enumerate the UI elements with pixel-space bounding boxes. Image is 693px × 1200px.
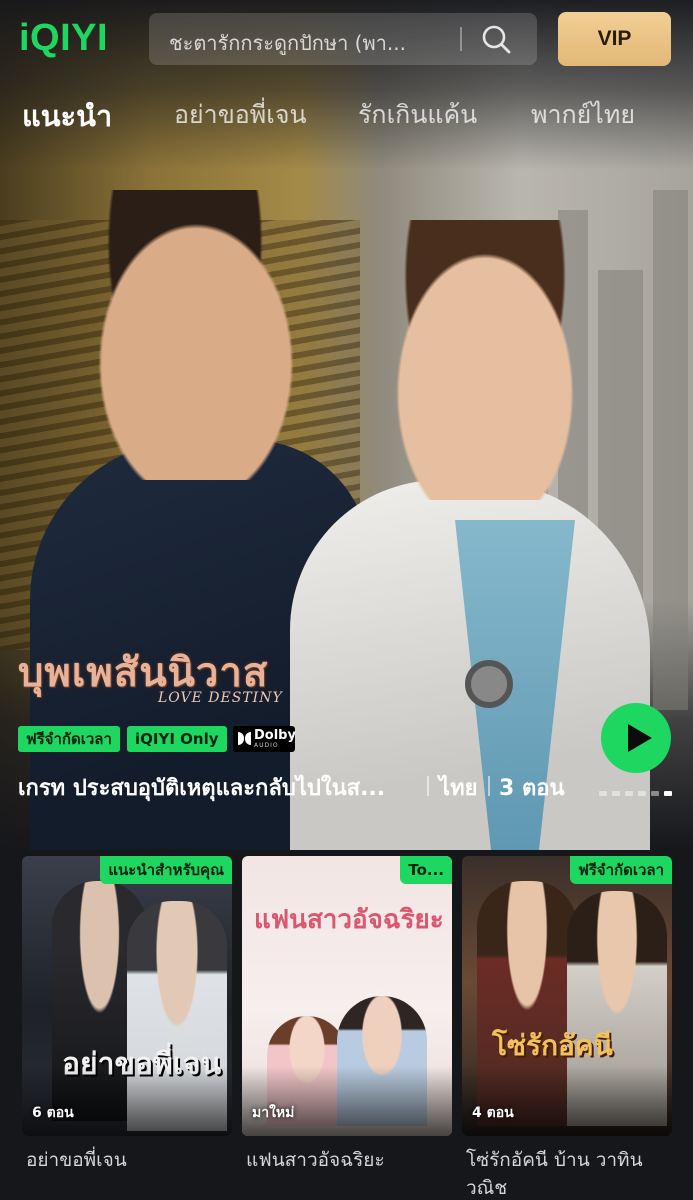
dolby-icon	[238, 732, 251, 745]
tab-thai-dub[interactable]: พากย์ไทย	[531, 95, 635, 135]
poster-title: โซ่รักอัคนี	[492, 1029, 613, 1062]
pagination-dot-active[interactable]	[664, 791, 672, 796]
divider	[427, 776, 429, 796]
iqiyi-logo[interactable]: iQIYI	[19, 17, 108, 60]
poster-title: แฟนสาวอัจฉริยะ	[254, 905, 444, 935]
search-divider	[460, 27, 462, 51]
pagination-dot[interactable]	[638, 791, 646, 796]
iqiyi-only-badge: iQIYI Only	[127, 726, 227, 752]
divider	[488, 776, 490, 796]
vip-button[interactable]: VIP	[558, 12, 671, 66]
show-poster[interactable]: แฟนสาวอัจฉริยะ To... มาใหม่	[242, 856, 452, 1136]
tab-recommended[interactable]: แนะนำ	[22, 93, 112, 139]
status-tag: To...	[400, 856, 452, 884]
description-text: เกรท ประสบอุบัติเหตุและกลับไปในส...	[18, 776, 386, 801]
show-poster[interactable]: โซ่รักอัคนี ฟรีจำกัดเวลา 4 ตอน	[462, 856, 672, 1136]
card-title[interactable]: อย่าขอพี่เจน	[26, 1146, 232, 1174]
episode-count: 6 ตอน	[32, 1105, 74, 1121]
pagination-dot[interactable]	[651, 791, 659, 796]
category-tabs: แนะนำ อย่าขอพี่เจน รักเกินแค้น พากย์ไทย	[0, 95, 693, 143]
title-art-english: LOVE DESTINY	[158, 690, 283, 706]
pagination-dot[interactable]	[612, 791, 620, 796]
new-label: มาใหม่	[252, 1105, 295, 1121]
top-bar: iQIYI ชะตารักกระดูกปักษา (พา... VIP	[0, 0, 693, 78]
language-label: ไทย	[439, 776, 478, 801]
free-limited-badge: ฟรีจำกัดเวลา	[18, 726, 120, 752]
episode-count: 4 ตอน	[472, 1105, 514, 1121]
play-icon	[628, 724, 652, 752]
show-title-logo: บุพเพสันนิวาส LOVE DESTINY	[18, 640, 318, 720]
search-input[interactable]: ชะตารักกระดูกปักษา (พา...	[169, 27, 449, 59]
card-title[interactable]: แฟนสาวอัจฉริยะ	[246, 1146, 452, 1174]
tab-rak-koen-kaen[interactable]: รักเกินแค้น	[358, 95, 477, 135]
card-title[interactable]: โซ่รักอัคนี บ้าน วาทินวณิช	[466, 1146, 672, 1200]
show-poster[interactable]: อย่าขอพี่เจน Don't be too emotional แนะน…	[22, 856, 232, 1136]
dolby-audio-badge: Dolby AUDIO	[233, 726, 296, 752]
recommended-tag: แนะนำสำหรับคุณ	[100, 856, 232, 884]
pagination-dot[interactable]	[625, 791, 633, 796]
stethoscope-icon	[465, 660, 513, 708]
tab-ya-kho-phi-jen[interactable]: อย่าขอพี่เจน	[174, 95, 307, 135]
free-limited-tag: ฟรีจำกัดเวลา	[570, 856, 672, 884]
episode-count: 3 ตอน	[499, 776, 565, 801]
pagination-dot[interactable]	[599, 791, 607, 796]
search-bar[interactable]: ชะตารักกระดูกปักษา (พา...	[149, 13, 537, 65]
actor-right	[290, 220, 650, 850]
poster-subtitle: Don't be too emotional	[172, 1026, 223, 1056]
search-icon[interactable]	[480, 23, 512, 55]
recommendation-row: อย่าขอพี่เจน Don't be too emotional แนะน…	[0, 856, 693, 1200]
play-button[interactable]	[601, 703, 671, 773]
